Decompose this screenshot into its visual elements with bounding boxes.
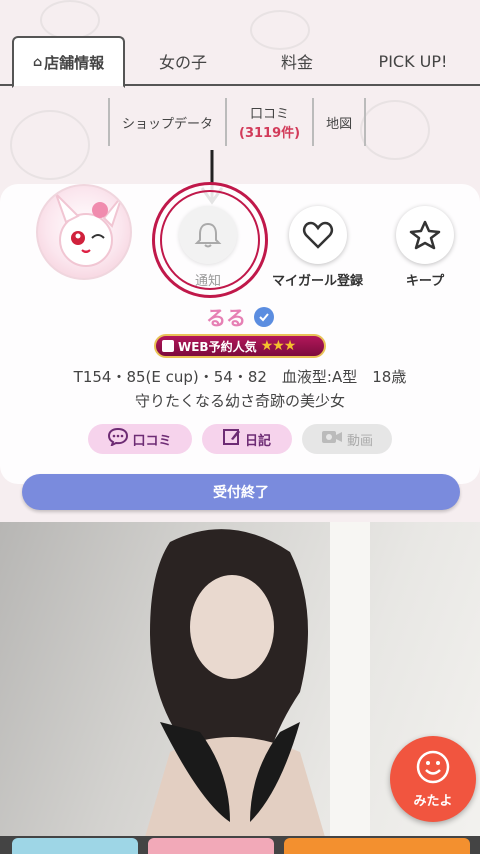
notify-label: 通知 [194,274,221,289]
diary-edit-icon [222,428,241,450]
video-pill-label: 動画 [346,433,373,449]
calendar-icon [162,340,174,352]
home-icon: ⌂ [32,54,43,70]
subtab-label: 口コミ [250,107,290,122]
background-doodle [40,0,100,40]
avatar [36,184,132,280]
background-doodle [360,100,430,160]
tab-shop-info[interactable]: ⌂ 店舗情報 [12,36,125,88]
bottom-action-button[interactable] [148,838,274,854]
badge-label: WEB予約人気 [178,339,257,354]
reviews-pill-button[interactable]: 口コミ [88,424,192,454]
subtab-label: 地図 [326,116,353,132]
rating-stars: ★★★ [260,338,297,354]
reviews-pill-label: 口コミ [132,433,172,449]
my-girl-button[interactable]: マイガール登録 [272,206,363,289]
heart-icon [288,206,347,264]
profile-name: るる [206,306,246,330]
tab-girls[interactable]: 女の子 [130,36,236,86]
popularity-badge: WEB予約人気 ★★★ [154,334,326,358]
tab-label: 料金 [280,53,313,72]
tab-price[interactable]: 料金 [244,36,350,86]
bell-icon [179,206,237,264]
diary-pill-label: 日記 [244,433,271,449]
sub-tab-bar: ショップデータ 口コミ (3119件) 地図 [108,98,367,146]
tab-label: 女の子 [158,53,207,72]
tab-label: PICK UP! [378,51,448,71]
subtab-map[interactable]: 地図 [312,98,367,146]
profile-name-row: るる [0,302,480,331]
profile-specs: T154・85(E cup)・54・82 血液型:A型 18歳 [73,368,407,386]
keep-button[interactable]: キープ [396,206,454,289]
mitayo-button[interactable]: みたよ [390,736,476,822]
star-icon [396,206,454,264]
reception-closed-label: 受付終了 [213,485,269,501]
reception-closed-button[interactable]: 受付終了 [22,474,460,510]
verified-icon [254,306,274,327]
keep-label: キープ [405,274,445,289]
main-tab-bar: ⌂ 店舗情報 女の子 料金 PICK UP! [0,36,480,88]
bottom-action-button[interactable] [12,838,138,854]
notify-button[interactable]: 通知 [179,206,237,289]
tab-pickup[interactable]: PICK UP! [358,36,468,86]
diary-pill-button[interactable]: 日記 [202,424,292,454]
subtab-reviews[interactable]: 口コミ (3119件) [225,98,312,146]
background-doodle [10,110,90,180]
bottom-action-button[interactable] [284,838,470,854]
my-girl-label: マイガール登録 [272,274,364,289]
video-camera-icon [321,429,343,449]
subtab-label: ショップデータ [122,116,214,132]
video-pill-button[interactable]: 動画 [302,424,392,454]
subtab-shop-data[interactable]: ショップデータ [108,98,225,146]
review-count: (3119件) [239,126,301,141]
tab-label: 店舗情報 [44,53,105,72]
chat-bubble-icon [108,427,129,450]
smiley-icon [416,750,450,788]
mitayo-label: みたよ [413,793,453,809]
profile-catchphrase: 守りたくなる幼さ奇跡の美少女 [134,392,345,410]
